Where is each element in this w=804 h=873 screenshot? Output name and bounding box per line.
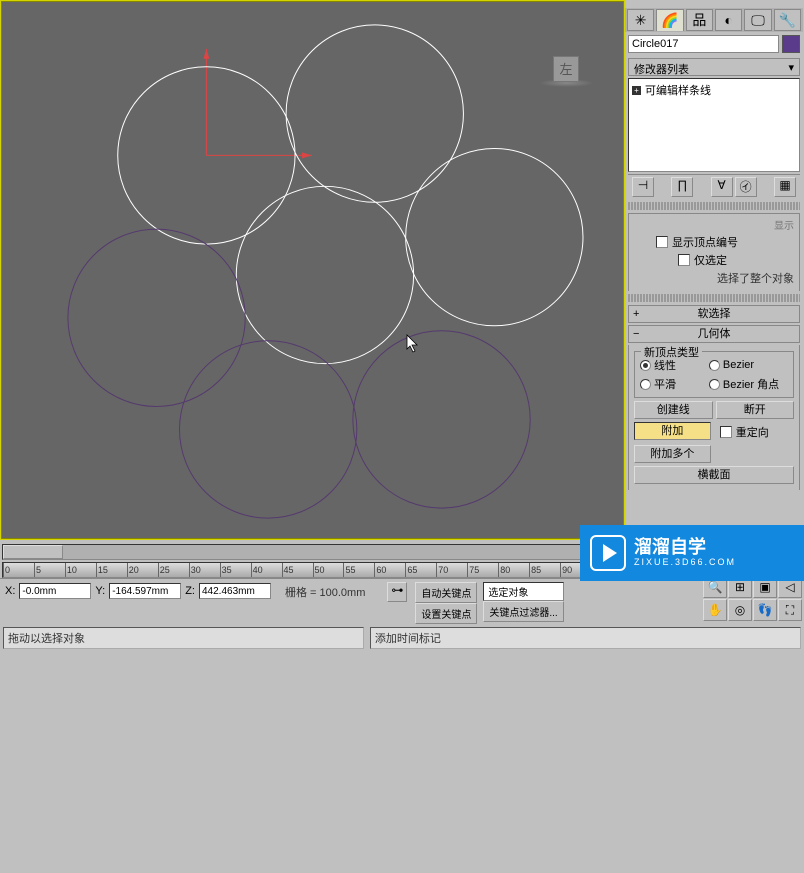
y-coord-label: Y: bbox=[93, 585, 107, 597]
expand-icon[interactable]: + bbox=[632, 86, 641, 95]
lock-icon[interactable]: ⊶ bbox=[387, 582, 407, 602]
status-bar: X: Y: Z: 栅格 = 100.0mm ⊶ 自动关键点 设置关键点 选定对象… bbox=[0, 578, 804, 626]
configure-icon[interactable]: ▦ bbox=[774, 177, 796, 197]
show-vertex-num-label: 显示顶点编号 bbox=[672, 234, 738, 250]
attach-mult-button[interactable]: 附加多个 bbox=[634, 445, 711, 463]
hierarchy-tab[interactable]: 品 bbox=[686, 9, 713, 31]
max-toggle-icon[interactable]: ⛶ bbox=[778, 599, 802, 621]
utilities-tab[interactable]: 🔧 bbox=[774, 9, 801, 31]
prompt-text: 拖动以选择对象 bbox=[3, 627, 364, 649]
modifier-stack-item[interactable]: + 可编辑样条线 bbox=[632, 82, 796, 98]
selected-only-label: 仅选定 bbox=[694, 252, 727, 268]
modifier-list-dropdown[interactable]: 修改器列表 bbox=[628, 58, 800, 76]
command-panel: ✳ 🌈 品 ◐ 🖵 🔧 修改器列表 + 可编辑样条线 ⊣ ∏ ∀ ㋑ ▦ 显示 … bbox=[625, 8, 803, 538]
set-key-button[interactable]: 设置关键点 bbox=[415, 603, 477, 624]
viewport-nav-buttons: 🔍 ⊞ ▣ ◁ ✋ ◎ 👣 ⛶ bbox=[703, 576, 802, 621]
geometry-rollout[interactable]: 几何体 bbox=[628, 325, 800, 343]
grid-spacing-text: 栅格 = 100.0mm bbox=[273, 582, 377, 624]
reorient-checkbox[interactable] bbox=[720, 426, 732, 438]
remove-mod-icon[interactable]: ㋑ bbox=[735, 177, 757, 197]
orbit-icon[interactable]: ◎ bbox=[728, 599, 752, 621]
object-color-swatch[interactable] bbox=[782, 35, 800, 53]
linear-radio[interactable] bbox=[640, 360, 651, 371]
x-coord-input[interactable] bbox=[19, 583, 91, 599]
motion-tab[interactable]: ◐ bbox=[715, 9, 742, 31]
cross-section-button[interactable]: 横截面 bbox=[634, 466, 794, 484]
smooth-radio[interactable] bbox=[640, 379, 651, 390]
create-tab[interactable]: ✳ bbox=[627, 9, 654, 31]
x-coord-label: X: bbox=[3, 585, 17, 597]
show-vertex-num-checkbox[interactable] bbox=[656, 236, 668, 248]
object-name-input[interactable] bbox=[628, 35, 779, 53]
display-tab[interactable]: 🖵 bbox=[744, 9, 771, 31]
play-icon bbox=[590, 535, 626, 571]
bezier-radio[interactable] bbox=[709, 360, 720, 371]
timeline[interactable]: 0510152025303540455055606570758085909510… bbox=[0, 542, 625, 578]
reorient-label: 重定向 bbox=[736, 424, 769, 440]
selection-info-text: 选择了整个对象 bbox=[634, 270, 794, 286]
pin-stack-icon[interactable]: ⊣ bbox=[632, 177, 654, 197]
key-filters-button[interactable]: 关键点过滤器... bbox=[483, 601, 563, 622]
time-tag-area[interactable]: 添加时间标记 bbox=[370, 627, 801, 649]
auto-key-button[interactable]: 自动关键点 bbox=[415, 582, 477, 603]
watermark-banner: 溜溜自学 ZIXUE.3D66.COM bbox=[580, 525, 804, 581]
create-line-button[interactable]: 创建线 bbox=[634, 401, 713, 419]
display-section-title: 显示 bbox=[634, 217, 794, 232]
selection-rollout-body: 显示 显示顶点编号 仅选定 选择了整个对象 bbox=[628, 213, 800, 291]
bezier-corner-radio[interactable] bbox=[709, 379, 720, 390]
z-coord-label: Z: bbox=[183, 585, 197, 597]
viewcube-face[interactable]: 左 bbox=[553, 56, 579, 82]
z-coord-input[interactable] bbox=[199, 583, 271, 599]
y-coord-input[interactable] bbox=[109, 583, 181, 599]
pan-icon[interactable]: ✋ bbox=[703, 599, 727, 621]
time-slider[interactable] bbox=[2, 544, 623, 560]
modifier-stack-toolbar: ⊣ ∏ ∀ ㋑ ▦ bbox=[628, 174, 800, 199]
viewport-left[interactable]: 左 bbox=[0, 0, 625, 540]
time-ruler[interactable]: 0510152025303540455055606570758085909510… bbox=[2, 562, 623, 578]
modify-tab[interactable]: 🌈 bbox=[656, 9, 683, 31]
show-result-icon[interactable]: ∏ bbox=[671, 177, 693, 197]
modifier-stack[interactable]: + 可编辑样条线 bbox=[628, 78, 800, 172]
break-button[interactable]: 断开 bbox=[716, 401, 795, 419]
new-vertex-type-label: 新顶点类型 bbox=[641, 344, 702, 360]
time-slider-thumb[interactable] bbox=[3, 545, 63, 559]
selected-only-checkbox[interactable] bbox=[678, 254, 690, 266]
selection-filter-combo[interactable]: 选定对象 bbox=[483, 582, 563, 601]
geometry-rollout-body: 新顶点类型 线性 Bezier 平滑 Bezier 角点 创建线 断开 附加 重… bbox=[628, 345, 800, 490]
make-unique-icon[interactable]: ∀ bbox=[711, 177, 733, 197]
soft-selection-rollout[interactable]: 软选择 bbox=[628, 305, 800, 323]
command-panel-tabs[interactable]: ✳ 🌈 品 ◐ 🖵 🔧 bbox=[625, 8, 803, 32]
walk-icon[interactable]: 👣 bbox=[753, 599, 777, 621]
attach-button[interactable]: 附加 bbox=[634, 422, 711, 440]
watermark-brand: 溜溜自学 bbox=[634, 538, 736, 558]
watermark-url: ZIXUE.3D66.COM bbox=[634, 558, 736, 568]
